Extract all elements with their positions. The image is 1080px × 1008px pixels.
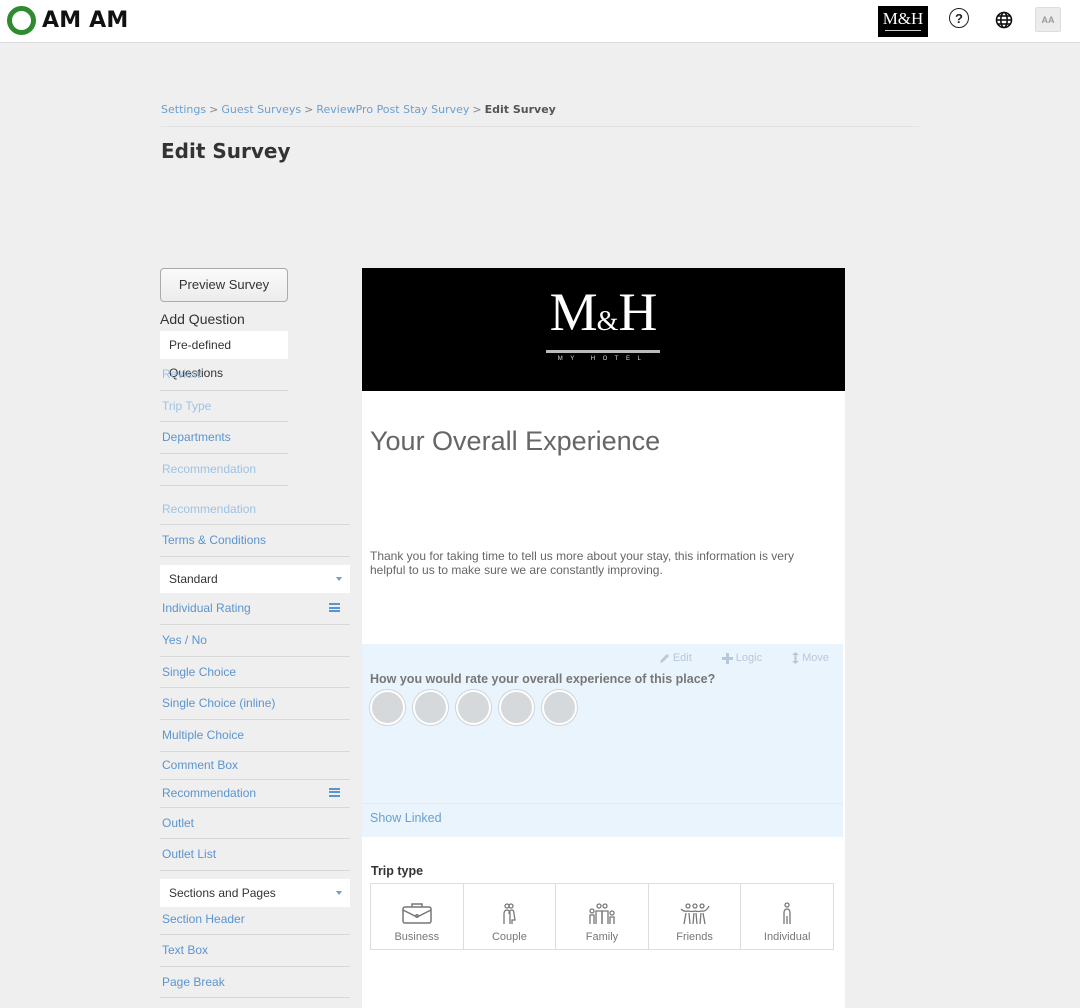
globe-icon[interactable] (993, 9, 1015, 31)
brand-name: AM AM (42, 8, 129, 33)
sidebar-item-recommendation-standard[interactable]: Recommendation (160, 780, 350, 808)
trip-option-couple[interactable]: Couple (464, 884, 557, 949)
stack-icon (329, 603, 340, 613)
standard-questions-dropdown[interactable]: Standard (160, 565, 350, 594)
survey-banner: M&H MY HOTEL (362, 268, 845, 391)
breadcrumb-settings[interactable]: Settings (161, 103, 206, 116)
item-label: Individual Rating (162, 601, 251, 616)
sidebar-item-section-header[interactable]: Section Header (160, 907, 350, 935)
sidebar-item-recommendation-2[interactable]: Recommendation (160, 494, 350, 526)
sidebar-item-review[interactable]: Review (160, 359, 288, 391)
pencil-icon (659, 653, 669, 663)
breadcrumb-divider (161, 126, 919, 127)
add-question-heading: Add Question (160, 311, 245, 327)
breadcrumb-current: Edit Survey (484, 103, 556, 116)
sections-pages-dropdown[interactable]: Sections and Pages (160, 878, 350, 907)
trip-option-friends[interactable]: Friends (649, 884, 742, 949)
section-description: Thank you for taking time to tell us mor… (370, 549, 794, 577)
preview-survey-button[interactable]: Preview Survey (160, 268, 288, 302)
sidebar-item-comment-box[interactable]: Comment Box (160, 752, 350, 780)
breadcrumb-separator: > (209, 103, 219, 116)
couple-icon (503, 903, 517, 924)
move-vertical-icon (792, 652, 800, 664)
sidebar-item-multiple-choice[interactable]: Multiple Choice (160, 720, 350, 752)
move-question-button[interactable]: Move (792, 652, 829, 664)
briefcase-icon (402, 903, 432, 924)
breadcrumb-separator: > (304, 103, 314, 116)
rating-option-5[interactable] (542, 690, 577, 725)
hotel-logo: M&H MY HOTEL (544, 285, 662, 362)
trip-type-options: Business Couple Family Friends Individua… (370, 883, 834, 950)
logic-question-button[interactable]: Logic (721, 652, 763, 664)
trip-option-individual[interactable]: Individual (741, 884, 833, 949)
trip-option-label: Family (585, 931, 619, 943)
sidebar-item-single-choice-inline[interactable]: Single Choice (inline) (160, 688, 350, 720)
breadcrumb: Settings > Guest Surveys > ReviewPro Post St… (161, 103, 556, 116)
dropdown-label: Sections and Pages (169, 885, 276, 900)
trip-option-family[interactable]: Family (556, 884, 649, 949)
move-label: Move (802, 652, 829, 664)
rating-option-2[interactable] (413, 690, 448, 725)
logo-ampersand: & (596, 306, 619, 337)
trip-option-label: Couple (491, 931, 527, 943)
question-text: How you would rate your overall experien… (370, 672, 716, 686)
help-icon[interactable]: ? (949, 8, 969, 28)
hotel-logo-thumbnail[interactable]: M&H (878, 6, 928, 37)
trip-option-business[interactable]: Business (371, 884, 464, 949)
trip-option-label: Individual (763, 931, 811, 943)
edit-label: Edit (672, 652, 692, 664)
stack-icon (329, 787, 340, 797)
page-title: Edit Survey (161, 139, 291, 163)
trip-option-label: Friends (676, 931, 713, 943)
breadcrumb-guest-surveys[interactable]: Guest Surveys (221, 103, 301, 116)
brand-ring-icon (7, 6, 36, 35)
chevron-down-icon (336, 890, 342, 895)
sidebar-item-recommendation[interactable]: Recommendation (160, 454, 288, 486)
dropdown-label: Standard (169, 572, 218, 587)
breadcrumb-separator: > (472, 103, 482, 116)
brand-logo[interactable]: AM AM (7, 6, 129, 35)
rating-option-4[interactable] (499, 690, 534, 725)
sidebar-item-single-choice[interactable]: Single Choice (160, 657, 350, 689)
breadcrumb-survey[interactable]: ReviewPro Post Stay Survey (316, 103, 469, 116)
predefined-questions-dropdown[interactable]: Pre-defined Questions (160, 331, 288, 380)
logo-letter: H (618, 282, 657, 342)
logo-letter: M (549, 282, 598, 342)
chevron-down-icon (336, 577, 342, 582)
edit-question-button[interactable]: Edit (659, 652, 692, 664)
logo-rule (546, 350, 660, 353)
item-label: Recommendation (162, 785, 257, 800)
survey-preview: M&H MY HOTEL Your Overall Experience Tha… (362, 268, 845, 1008)
sidebar-item-yes-no[interactable]: Yes / No (160, 625, 350, 657)
trip-type-label: Trip type (371, 864, 424, 878)
sidebar-item-text-box[interactable]: Text Box (160, 935, 350, 967)
plus-icon (721, 652, 733, 664)
top-bar: AM AM M&H ? AA (0, 0, 1080, 43)
sidebar-item-trip-type[interactable]: Trip Type (160, 391, 288, 423)
section-title: Your Overall Experience (370, 426, 661, 456)
person-icon (783, 902, 791, 924)
sidebar-item-departments[interactable]: Departments (160, 422, 288, 455)
logo-subtitle: MY HOTEL (557, 356, 649, 362)
sidebar-item-terms-conditions[interactable]: Terms & Conditions (160, 525, 350, 558)
sidebar-item-outlet[interactable]: Outlet (160, 808, 350, 840)
sidebar-item-individual-rating[interactable]: Individual Rating (160, 593, 350, 625)
font-size-button[interactable]: AA (1035, 7, 1061, 32)
family-icon (589, 903, 615, 924)
rating-option-1[interactable] (370, 690, 405, 725)
trip-option-label: Business (394, 931, 440, 943)
question-actions: Edit Logic Move (659, 652, 829, 664)
rating-options (370, 690, 577, 725)
add-question-sidebar: Preview Survey Add Question Pre-defined … (160, 268, 350, 999)
sidebar-item-page-break[interactable]: Page Break (160, 967, 350, 999)
rating-option-3[interactable] (456, 690, 491, 725)
sidebar-item-outlet-list[interactable]: Outlet List (160, 839, 350, 871)
logic-label: Logic (735, 652, 763, 664)
friends-icon (680, 903, 710, 925)
show-linked-link[interactable]: Show Linked (362, 803, 843, 837)
